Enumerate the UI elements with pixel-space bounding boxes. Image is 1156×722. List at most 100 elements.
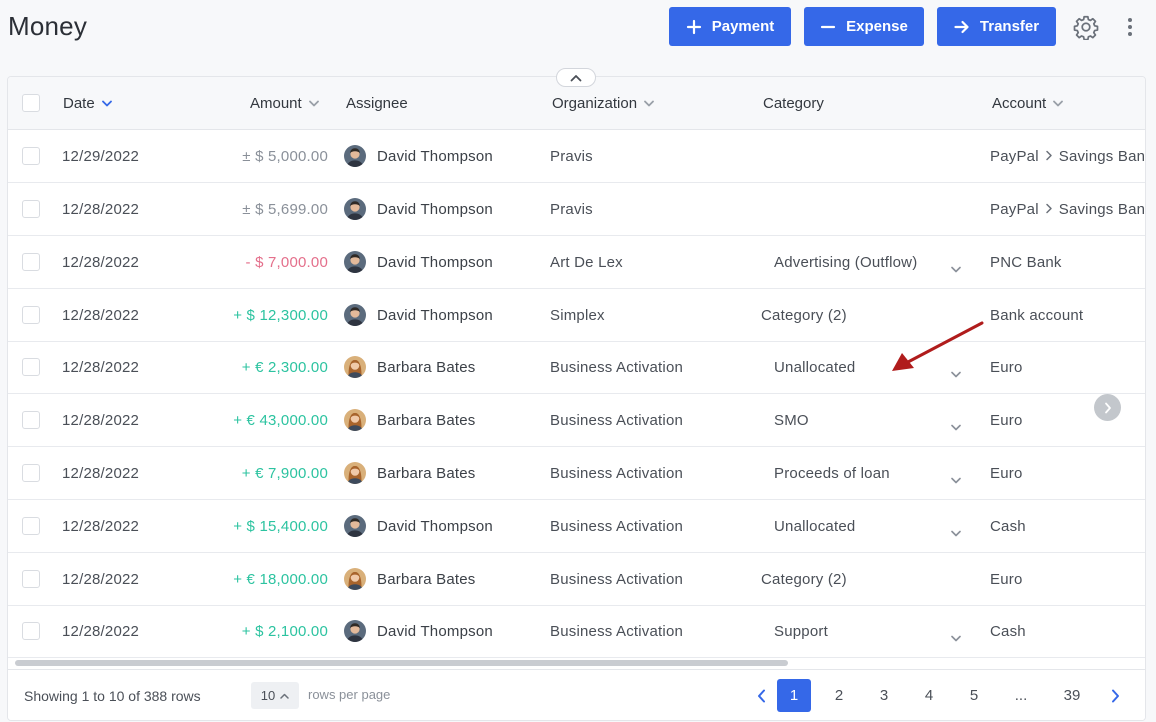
assignee-cell[interactable]: David Thompson xyxy=(377,201,493,218)
account-part: PayPal xyxy=(990,201,1039,218)
chevron-down-icon[interactable] xyxy=(951,629,961,642)
organization-cell[interactable]: Art De Lex xyxy=(550,254,623,271)
account-cell[interactable]: Euro xyxy=(990,359,1023,376)
row-checkbox[interactable] xyxy=(22,358,40,376)
page-5-button[interactable]: 5 xyxy=(957,679,991,712)
chevron-down-icon[interactable] xyxy=(951,418,961,431)
collapse-toggle[interactable] xyxy=(556,68,596,87)
account-cell[interactable]: PayPal Savings Bank xyxy=(990,148,1145,165)
table-row[interactable]: 12/28/2022 + € 18,000.00 Barbara Bates Busi… xyxy=(8,553,1145,606)
category-cell[interactable]: Category (2) xyxy=(761,307,847,324)
account-cell[interactable]: Euro xyxy=(990,465,1023,482)
table-row[interactable]: 12/28/2022 + $ 15,400.00 David Thompson Bus… xyxy=(8,500,1145,553)
table-row[interactable]: 12/29/2022 ± $ 5,000.00 David Thompson Prav… xyxy=(8,130,1145,183)
avatar xyxy=(344,620,366,642)
organization-cell[interactable]: Simplex xyxy=(550,307,605,324)
category-cell[interactable]: Unallocated xyxy=(774,518,855,535)
minus-icon xyxy=(821,25,836,28)
avatar xyxy=(344,568,366,590)
chevron-down-icon[interactable] xyxy=(951,471,961,484)
avatar xyxy=(344,356,366,378)
page-1-button[interactable]: 1 xyxy=(777,679,811,712)
table-row[interactable]: 12/28/2022 + $ 2,100.00 David Thompson Busi… xyxy=(8,605,1145,658)
table-row[interactable]: 12/28/2022 - $ 7,000.00 David Thompson Art … xyxy=(8,236,1145,289)
assignee-cell[interactable]: Barbara Bates xyxy=(377,465,476,482)
category-cell[interactable]: SMO xyxy=(774,412,809,429)
scroll-right-button[interactable] xyxy=(1094,394,1121,421)
assignee-cell[interactable]: David Thompson xyxy=(377,307,493,324)
account-cell[interactable]: Cash xyxy=(990,623,1026,640)
organization-cell[interactable]: Business Activation xyxy=(550,623,683,640)
expense-button[interactable]: Expense xyxy=(804,7,924,46)
account-part: Cash xyxy=(990,623,1026,640)
organization-cell[interactable]: Business Activation xyxy=(550,518,683,535)
account-cell[interactable]: Euro xyxy=(990,571,1023,588)
account-cell[interactable]: PayPal Savings Bank xyxy=(990,201,1145,218)
payment-button[interactable]: Payment xyxy=(669,7,791,46)
column-header-category[interactable]: Category xyxy=(763,95,824,112)
account-cell[interactable]: Cash xyxy=(990,518,1026,535)
page-2-button[interactable]: 2 xyxy=(822,679,856,712)
chevron-down-icon[interactable] xyxy=(951,260,961,273)
account-cell[interactable]: Euro xyxy=(990,412,1023,429)
avatar xyxy=(344,515,366,537)
assignee-cell[interactable]: David Thompson xyxy=(377,148,493,165)
organization-cell[interactable]: Business Activation xyxy=(550,571,683,588)
page-4-button[interactable]: 4 xyxy=(912,679,946,712)
column-header-date[interactable]: Date xyxy=(63,95,112,112)
rows-per-page-select[interactable]: 10 xyxy=(251,682,299,709)
assignee-cell[interactable]: David Thompson xyxy=(377,623,493,640)
row-checkbox[interactable] xyxy=(22,570,40,588)
category-cell[interactable]: Advertising (Outflow) xyxy=(774,254,917,271)
organization-cell[interactable]: Business Activation xyxy=(550,359,683,376)
select-all-checkbox[interactable] xyxy=(22,94,40,112)
transfer-button[interactable]: Transfer xyxy=(937,7,1056,46)
rows-summary: Showing 1 to 10 of 388 rows xyxy=(24,688,201,704)
table-row[interactable]: 12/28/2022 ± $ 5,699.00 David Thompson Prav… xyxy=(8,183,1145,236)
account-part: PayPal xyxy=(990,148,1039,165)
page-3-button[interactable]: 3 xyxy=(867,679,901,712)
assignee-cell[interactable]: David Thompson xyxy=(377,518,493,535)
row-checkbox[interactable] xyxy=(22,464,40,482)
organization-cell[interactable]: Business Activation xyxy=(550,412,683,429)
organization-cell[interactable]: Pravis xyxy=(550,201,593,218)
assignee-cell[interactable]: Barbara Bates xyxy=(377,571,476,588)
page-39-button[interactable]: 39 xyxy=(1055,679,1089,712)
column-header-amount[interactable]: Amount xyxy=(250,95,319,112)
chevron-right-icon xyxy=(1104,402,1111,413)
category-cell[interactable]: Support xyxy=(774,623,828,640)
table-row[interactable]: 12/28/2022 + € 7,900.00 Barbara Bates Busin… xyxy=(8,447,1145,500)
next-page-button[interactable] xyxy=(1098,679,1132,712)
date-cell: 12/28/2022 xyxy=(62,412,140,429)
kebab-icon[interactable] xyxy=(1121,15,1139,39)
organization-cell[interactable]: Pravis xyxy=(550,148,593,165)
assignee-cell[interactable]: David Thompson xyxy=(377,254,493,271)
row-checkbox[interactable] xyxy=(22,200,40,218)
row-checkbox[interactable] xyxy=(22,147,40,165)
account-cell[interactable]: PNC Bank xyxy=(990,254,1062,271)
prev-page-button[interactable] xyxy=(744,679,778,712)
column-header-organization[interactable]: Organization xyxy=(552,95,654,112)
category-cell[interactable]: Proceeds of loan xyxy=(774,465,890,482)
category-cell[interactable]: Unallocated xyxy=(774,359,855,376)
date-cell: 12/28/2022 xyxy=(62,307,140,324)
assignee-cell[interactable]: Barbara Bates xyxy=(377,359,476,376)
chevron-down-icon xyxy=(308,100,319,107)
chevron-left-icon xyxy=(757,689,765,702)
account-cell[interactable]: Bank account xyxy=(990,307,1083,324)
assignee-cell[interactable]: Barbara Bates xyxy=(377,412,476,429)
row-checkbox[interactable] xyxy=(22,517,40,535)
chevron-down-icon[interactable] xyxy=(951,524,961,537)
row-checkbox[interactable] xyxy=(22,411,40,429)
horizontal-scrollbar[interactable] xyxy=(15,660,788,666)
column-header-assignee[interactable]: Assignee xyxy=(346,95,408,112)
row-checkbox[interactable] xyxy=(22,306,40,324)
organization-cell[interactable]: Business Activation xyxy=(550,465,683,482)
row-checkbox[interactable] xyxy=(22,622,40,640)
table-row[interactable]: 12/28/2022 + € 43,000.00 Barbara Bates Busi… xyxy=(8,394,1145,447)
transfer-button-label: Transfer xyxy=(979,18,1040,35)
category-cell[interactable]: Category (2) xyxy=(761,571,847,588)
column-header-account[interactable]: Account xyxy=(992,95,1064,112)
gear-icon[interactable] xyxy=(1073,14,1099,40)
row-checkbox[interactable] xyxy=(22,253,40,271)
